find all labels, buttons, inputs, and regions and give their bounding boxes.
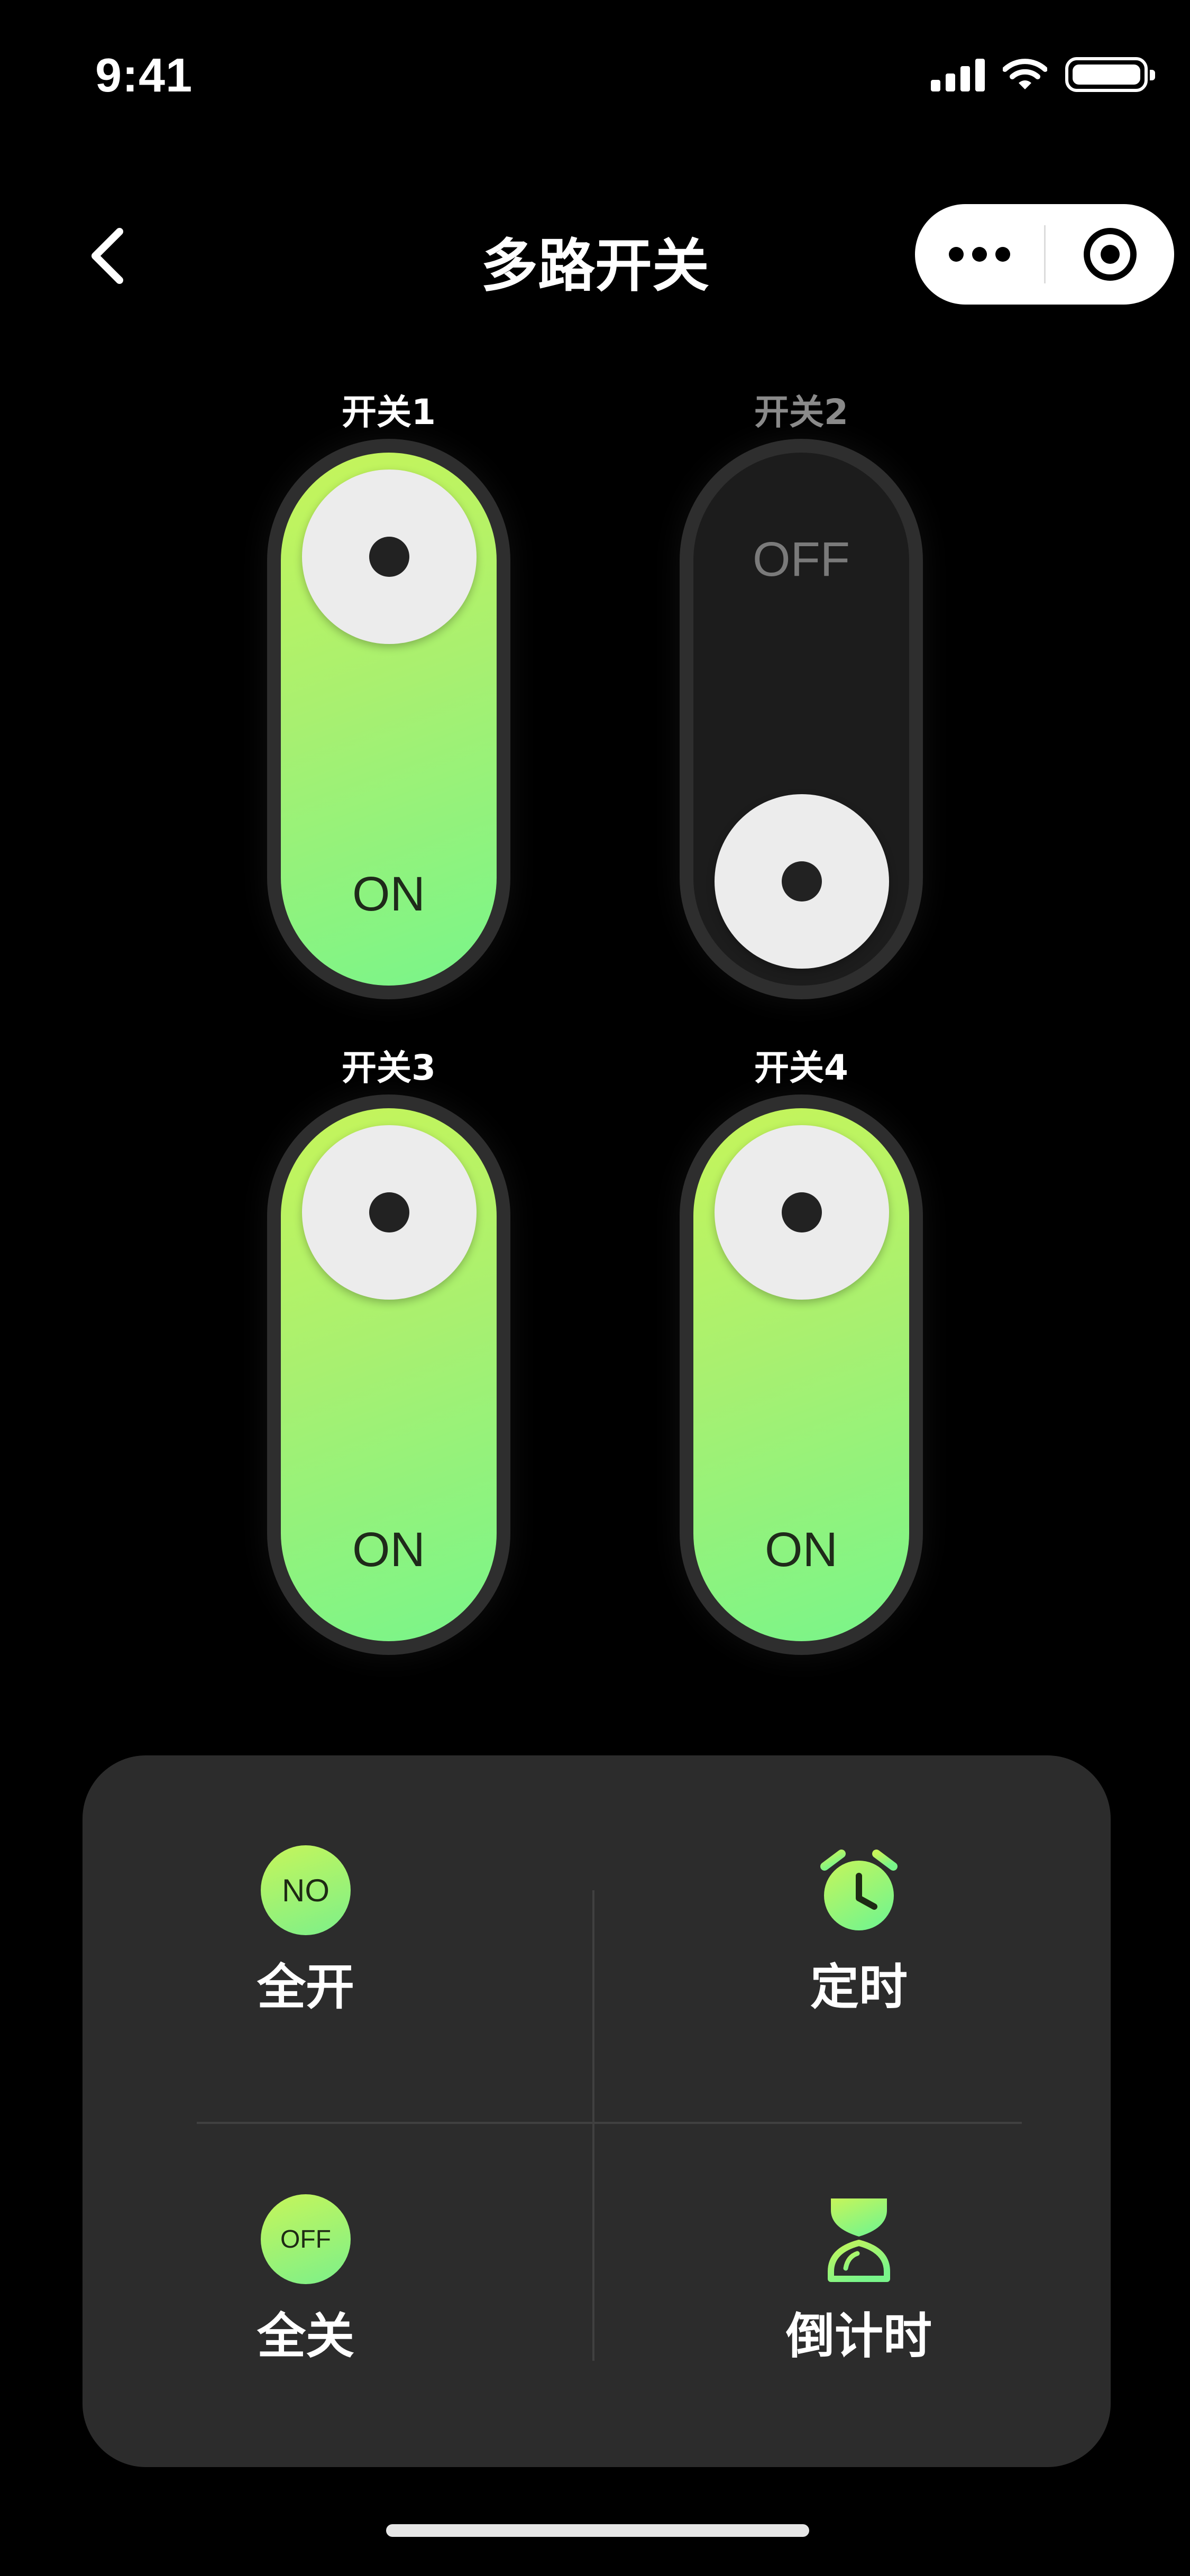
switch-3-label: 开关3 bbox=[342, 1047, 436, 1088]
switch-4-label: 开关4 bbox=[754, 1047, 848, 1088]
switch-state-text: OFF bbox=[753, 532, 850, 586]
all-on-label: 全开 bbox=[257, 1959, 354, 2016]
switch-4-toggle[interactable]: ON bbox=[680, 1094, 923, 1655]
countdown-label: 倒计时 bbox=[785, 2308, 932, 2365]
battery-icon bbox=[1065, 57, 1155, 92]
timer-button[interactable]: 定时 bbox=[727, 1845, 991, 2018]
more-button[interactable] bbox=[915, 204, 1044, 305]
switch-knob bbox=[302, 470, 477, 644]
switch-3-toggle[interactable]: ON bbox=[267, 1094, 510, 1655]
switch-1-toggle[interactable]: ON bbox=[267, 439, 510, 999]
cellular-signal-icon bbox=[931, 58, 985, 91]
home-indicator bbox=[386, 2524, 809, 2537]
mini-program-capsule bbox=[915, 204, 1174, 305]
alarm-clock-icon bbox=[820, 1850, 898, 1930]
panel-divider-horizontal bbox=[197, 2122, 1022, 2124]
switch-track: ON bbox=[281, 1108, 497, 1641]
switch-state-text: ON bbox=[352, 1523, 425, 1577]
switch-knob bbox=[302, 1125, 477, 1300]
panel-divider-vertical bbox=[592, 1890, 594, 2361]
timer-label: 定时 bbox=[810, 1959, 908, 2016]
wifi-icon bbox=[1003, 59, 1047, 89]
countdown-button[interactable]: 倒计时 bbox=[727, 2194, 991, 2367]
switch-2-toggle[interactable]: OFF bbox=[680, 439, 923, 999]
switch-track: OFF bbox=[693, 453, 909, 986]
all-off-label: 全关 bbox=[257, 2308, 354, 2365]
all-on-icon-text: NO bbox=[282, 1872, 329, 1908]
status-time: 9:41 bbox=[95, 49, 193, 102]
all-off-icon-text: OFF bbox=[280, 2225, 331, 2253]
dot bbox=[949, 247, 964, 262]
all-on-button[interactable]: NO 全开 bbox=[173, 1845, 438, 2018]
dot bbox=[972, 247, 987, 262]
switch-knob bbox=[715, 1125, 889, 1300]
action-panel: NO 全开 定时 OFF 全关 倒计时 bbox=[83, 1755, 1111, 2467]
switch-1-label: 开关1 bbox=[342, 392, 436, 433]
switch-track: ON bbox=[281, 453, 497, 986]
power-on-icon: NO bbox=[261, 1845, 351, 1935]
switch-knob bbox=[715, 794, 889, 969]
status-icons bbox=[931, 57, 1155, 92]
hourglass-icon bbox=[828, 2198, 890, 2282]
switch-track: ON bbox=[693, 1108, 909, 1641]
dot bbox=[995, 247, 1010, 262]
close-mini-program-button[interactable] bbox=[1046, 204, 1174, 305]
switch-state-text: ON bbox=[765, 1523, 838, 1577]
switch-state-text: ON bbox=[352, 867, 425, 921]
target-icon bbox=[1083, 228, 1137, 281]
power-off-icon: OFF bbox=[261, 2194, 351, 2284]
switch-2-label: 开关2 bbox=[754, 392, 848, 433]
all-off-button[interactable]: OFF 全关 bbox=[173, 2194, 438, 2367]
